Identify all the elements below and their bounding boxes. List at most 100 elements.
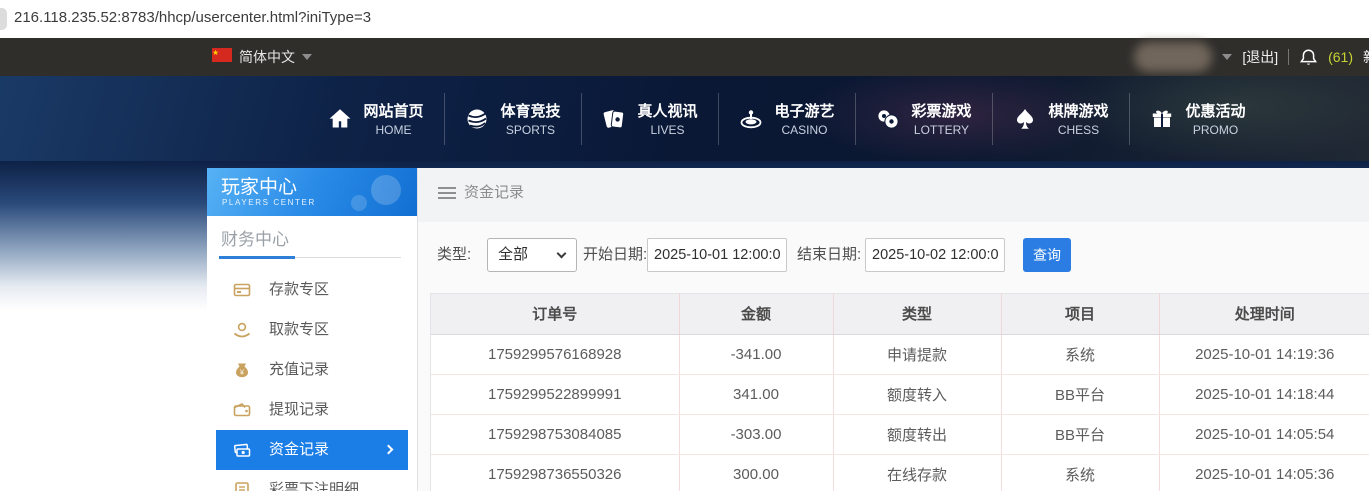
- cell-item: 系统: [1001, 334, 1160, 375]
- notification-bell-icon[interactable]: [1299, 48, 1318, 67]
- nav-item-chess[interactable]: 棋牌游戏 CHESS: [992, 76, 1129, 161]
- column-header-item: 项目: [1001, 294, 1160, 335]
- nav-item-subtitle: LOTTERY: [913, 123, 970, 137]
- logout-button[interactable]: [退出]: [1242, 47, 1278, 67]
- start-date-label: 开始日期:: [583, 246, 648, 263]
- table-header-row: 订单号 金额 类型 项目 处理时间: [431, 294, 1369, 335]
- chevron-right-icon: [383, 444, 394, 455]
- withdraw-hand-icon: [233, 321, 251, 339]
- screen: 216.118.235.52:8783/hhcp/usercenter.html…: [0, 0, 1369, 491]
- deposit-card-icon: [233, 281, 251, 299]
- sidebar-item-withdrawal-records[interactable]: 提现记录: [207, 390, 417, 430]
- table-row: 1759298753084085 -303.00 额度转出 BB平台 2025-…: [431, 414, 1369, 455]
- nav-item-lives[interactable]: 真人视讯 LIVES: [581, 76, 718, 161]
- nav-item-text: 真人视讯 LIVES: [637, 100, 697, 137]
- end-date-input[interactable]: [865, 238, 1005, 272]
- nav-item-home[interactable]: 网站首页 HOME: [307, 76, 444, 161]
- gift-icon: [1149, 106, 1175, 132]
- browser-url-bar: 216.118.235.52:8783/hhcp/usercenter.html…: [0, 0, 1369, 38]
- chevron-down-icon: [302, 54, 312, 60]
- query-button[interactable]: 查询: [1023, 238, 1071, 272]
- nav-item-sports[interactable]: 体育竞技 SPORTS: [444, 76, 581, 161]
- cell-type: 额度转入: [833, 374, 1002, 415]
- nav-item-subtitle: CASINO: [781, 123, 828, 137]
- cell-amount: 300.00: [679, 454, 834, 491]
- nav-item-text: 彩票游戏 LOTTERY: [911, 100, 971, 137]
- wallet-icon: [233, 401, 251, 419]
- nav-item-text: 电子游艺 CASINO: [774, 100, 834, 137]
- sidebar-section-rule: [219, 256, 401, 259]
- cell-order-no: 1759299522899991: [431, 374, 680, 415]
- spade-icon: [1012, 106, 1038, 132]
- table-row: 1759299522899991 341.00 额度转入 BB平台 2025-1…: [431, 374, 1369, 415]
- username-redacted[interactable]: [1134, 42, 1213, 72]
- nav-item-text: 网站首页 HOME: [363, 100, 423, 137]
- nav-item-title: 网站首页: [363, 103, 424, 120]
- sidebar-item-label: 提现记录: [269, 401, 330, 418]
- type-filter-label: 类型:: [437, 246, 472, 263]
- nav-item-text: 优惠活动 PROMO: [1185, 100, 1245, 137]
- menu-icon: [438, 187, 456, 189]
- nav-item-title: 棋牌游戏: [1048, 103, 1109, 120]
- sidebar-menu: 存款专区 取款专区 ¥ 充值记录 提现记录 资金记录 彩票下注明细: [207, 270, 417, 491]
- language-selector[interactable]: 简体中文: [212, 38, 312, 76]
- sidebar-item-lottery-bet-details[interactable]: 彩票下注明细: [207, 470, 417, 491]
- browser-chrome-fragment: [0, 8, 7, 30]
- nav-item-title: 彩票游戏: [911, 103, 972, 120]
- account-cluster: [退出] (61) 新: [1134, 38, 1369, 76]
- chevron-down-icon[interactable]: [1222, 54, 1233, 60]
- url-text[interactable]: 216.118.235.52:8783/hhcp/usercenter.html…: [14, 0, 371, 36]
- bet-list-icon: [233, 481, 251, 491]
- playing-cards-icon: [601, 106, 627, 132]
- nav-item-subtitle: SPORTS: [505, 123, 556, 137]
- nav-item-subtitle: CHESS: [1057, 123, 1100, 137]
- breadcrumb: 资金记录: [464, 184, 525, 201]
- sidebar-item-withdraw[interactable]: 取款专区: [207, 310, 417, 350]
- sidebar-item-label: 彩票下注明细: [269, 481, 360, 491]
- nav-list: 网站首页 HOME 体育竞技 SPORTS 真人视讯 LIVES 电子游艺 CA…: [307, 76, 1266, 161]
- sidebar-header: 玩家中心 PLAYERS CENTER: [207, 168, 417, 216]
- type-select-value: 全部: [498, 246, 529, 263]
- column-header-time: 处理时间: [1159, 294, 1369, 335]
- sidebar-title: 玩家中心: [221, 177, 298, 198]
- nav-item-lottery[interactable]: 彩票游戏 LOTTERY: [855, 76, 992, 161]
- column-header-type: 类型: [833, 294, 1002, 335]
- sidebar-item-label: 充值记录: [269, 361, 330, 378]
- cell-type: 额度转出: [833, 414, 1002, 455]
- cell-amount: 341.00: [679, 374, 834, 415]
- nav-item-subtitle: HOME: [375, 123, 412, 137]
- end-date-label: 结束日期:: [797, 246, 862, 263]
- sidebar-subtitle: PLAYERS CENTER: [222, 198, 316, 207]
- roulette-icon: [738, 106, 764, 132]
- table-row: 1759298736550326 300.00 在线存款 系统 2025-10-…: [431, 454, 1369, 491]
- nav-item-subtitle: LIVES: [650, 123, 685, 137]
- unread-count-badge[interactable]: (61): [1328, 49, 1353, 65]
- sidebar-item-funds-records[interactable]: 资金记录: [216, 430, 408, 470]
- china-flag-icon: [212, 47, 232, 67]
- nav-item-title: 电子游艺: [774, 103, 835, 120]
- sidebar-item-label: 取款专区: [269, 321, 330, 338]
- cell-time: 2025-10-01 14:05:54: [1159, 414, 1369, 455]
- nav-item-promo[interactable]: 优惠活动 PROMO: [1129, 76, 1266, 161]
- main-navigation: 网站首页 HOME 体育竞技 SPORTS 真人视讯 LIVES 电子游艺 CA…: [0, 76, 1369, 161]
- type-select[interactable]: 全部: [487, 238, 577, 272]
- sidebar-item-deposit[interactable]: 存款专区: [207, 270, 417, 310]
- sidebar-section-title: 财务中心: [221, 230, 289, 249]
- start-date-input[interactable]: [647, 238, 787, 272]
- funds-table: 订单号 金额 类型 项目 处理时间 1759299576168928 -341.…: [431, 294, 1369, 491]
- sidebar-item-label: 资金记录: [269, 441, 330, 458]
- cell-item: BB平台: [1001, 414, 1160, 455]
- sidebar: 玩家中心 PLAYERS CENTER 财务中心 存款专区 取款专区 ¥ 充值记…: [207, 168, 418, 491]
- column-header-amount: 金额: [679, 294, 834, 335]
- gamepad-decoration-icon: [351, 173, 403, 211]
- cell-order-no: 1759298736550326: [431, 454, 680, 491]
- chevron-down-icon: [556, 248, 567, 259]
- svg-text:¥: ¥: [240, 370, 244, 377]
- column-header-order-no: 订单号: [431, 294, 680, 335]
- sidebar-item-recharge-records[interactable]: ¥ 充值记录: [207, 350, 417, 390]
- cell-type: 在线存款: [833, 454, 1002, 491]
- nav-item-casino[interactable]: 电子游艺 CASINO: [718, 76, 855, 161]
- home-icon: [327, 106, 353, 132]
- cell-amount: -341.00: [679, 334, 834, 375]
- nav-item-title: 体育竞技: [500, 103, 561, 120]
